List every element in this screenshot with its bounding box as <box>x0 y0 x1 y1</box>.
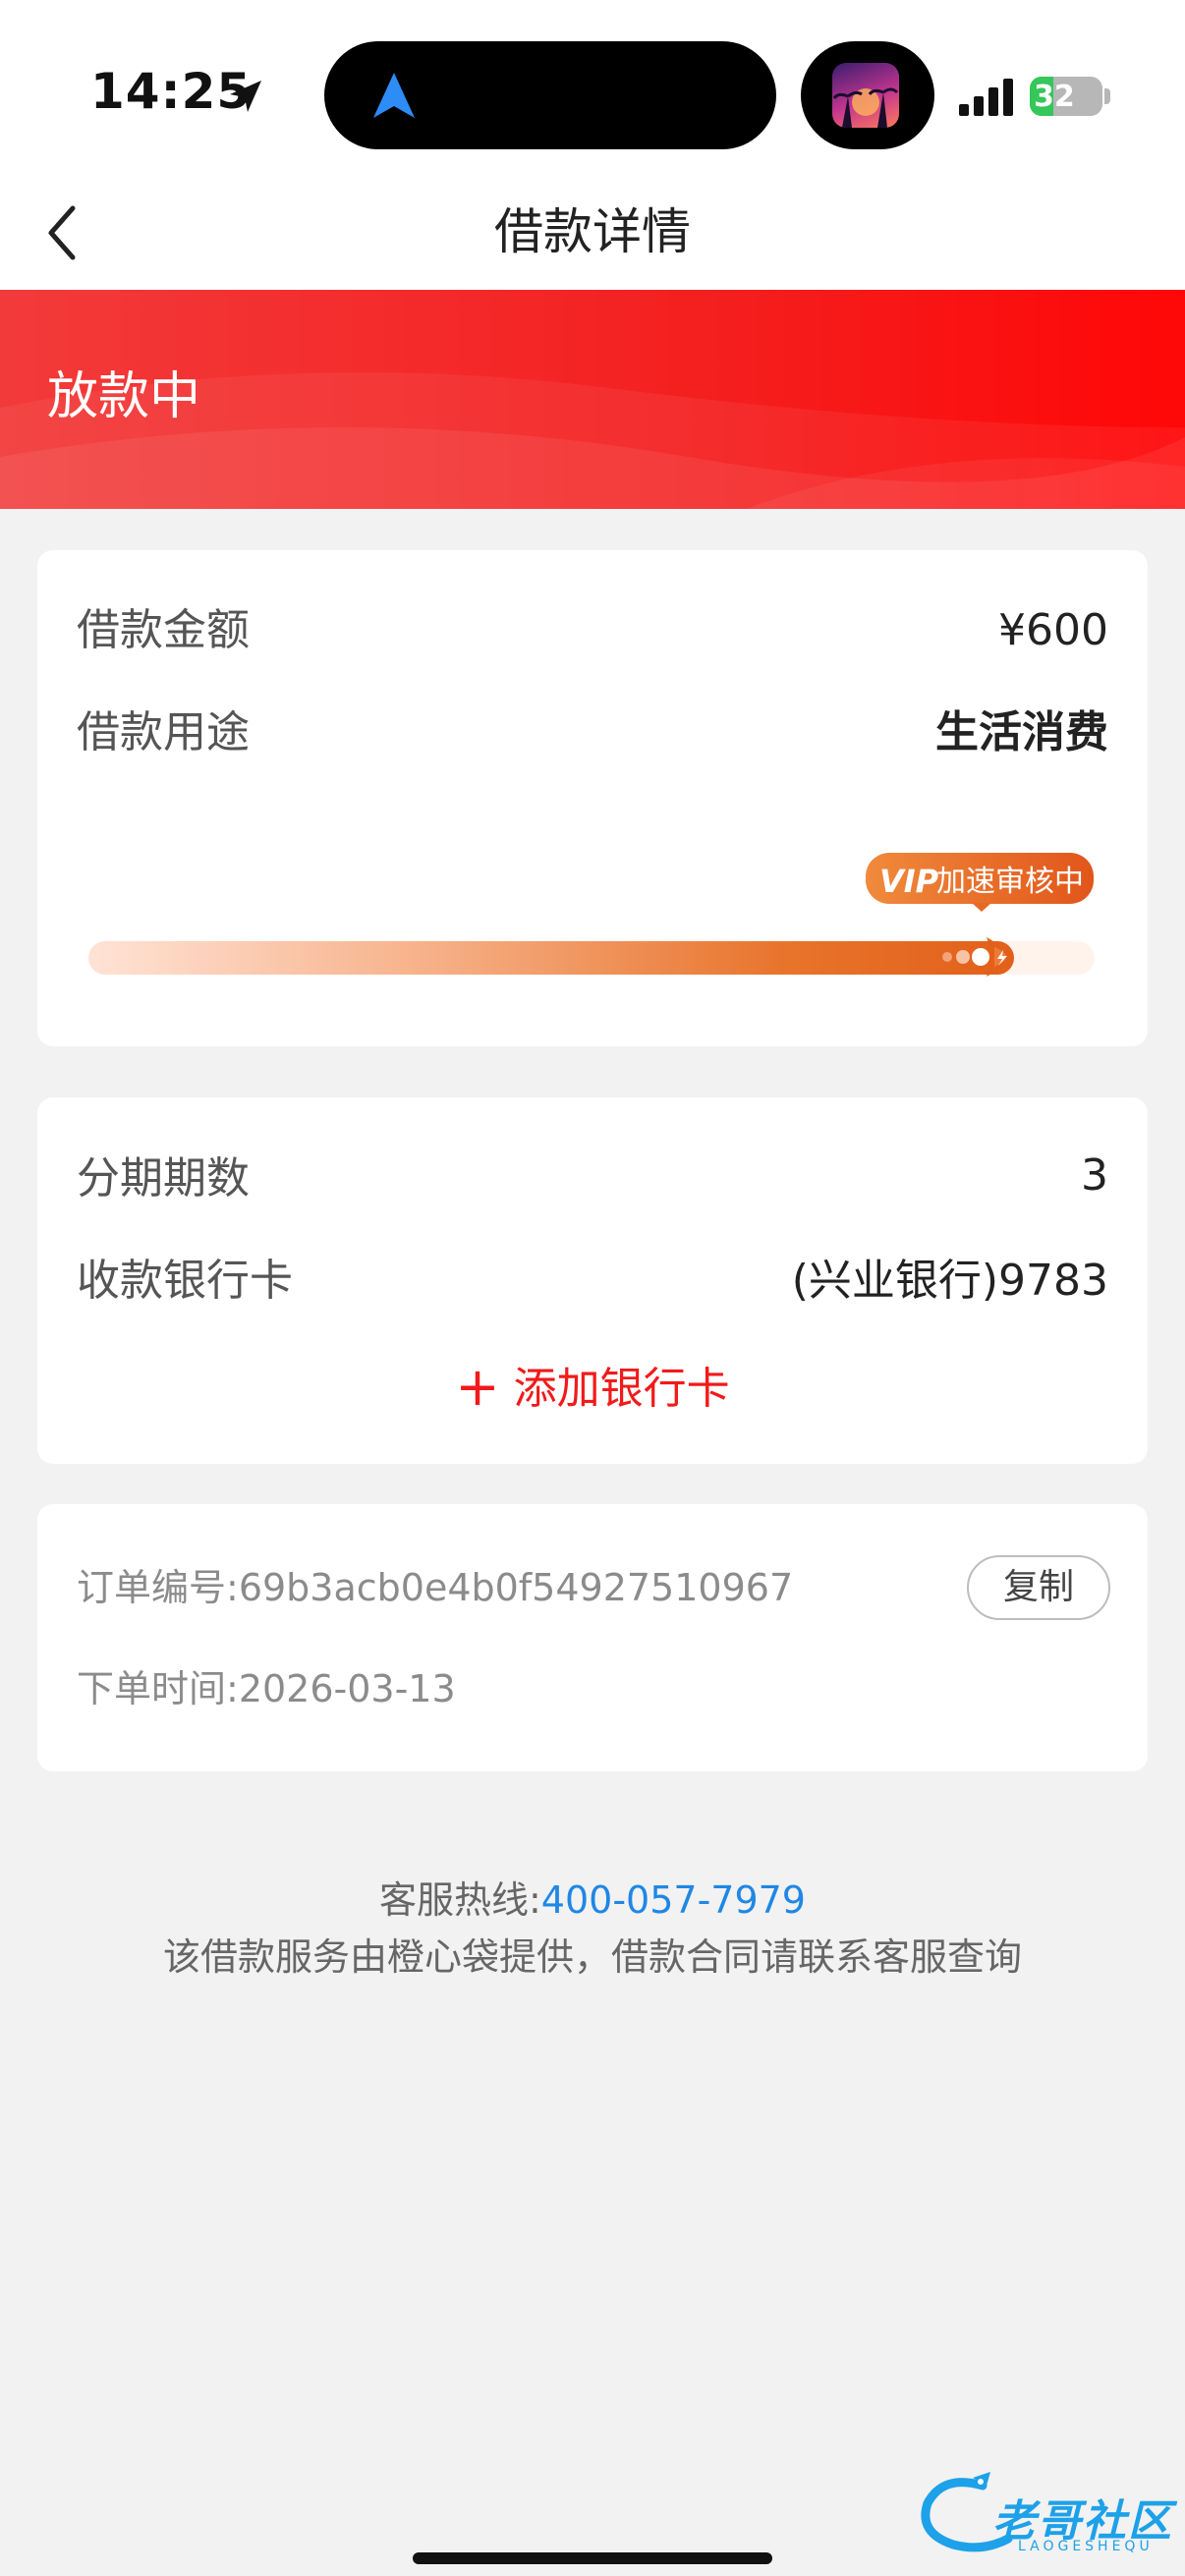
amount-value: ¥600 <box>998 605 1108 655</box>
add-bank-card-button[interactable]: + 添加银行卡 <box>37 1358 1148 1419</box>
periods-label: 分期期数 <box>77 1153 250 1204</box>
album-art-icon <box>832 63 899 128</box>
order-time-row: 下单时间:2026-03-13 <box>77 1664 456 1713</box>
watermark-subtext: LAOGESHEQU <box>1018 2539 1154 2554</box>
bank-value: (兴业银行)9783 <box>791 1256 1108 1306</box>
order-number-value: 69b3acb0e4b0f54927510967 <box>238 1566 794 1609</box>
watermark-logo: 老哥社区 LAOGESHEQU <box>914 2464 1171 2562</box>
plus-icon: + <box>455 1356 500 1418</box>
back-chevron-icon[interactable] <box>39 198 88 267</box>
rocket-icon <box>942 937 1007 977</box>
dynamic-island <box>324 41 776 149</box>
progress-fill <box>88 941 1014 975</box>
order-time-label: 下单时间: <box>77 1667 239 1710</box>
amount-label: 借款金额 <box>77 605 250 655</box>
bank-label: 收款银行卡 <box>77 1256 293 1306</box>
order-time-value: 2026-03-13 <box>238 1667 456 1710</box>
cellular-signal-icon <box>959 79 1013 116</box>
page-title: 借款详情 <box>494 203 691 260</box>
installment-card: 分期期数 3 收款银行卡 (兴业银行)9783 + 添加银行卡 <box>37 1097 1148 1464</box>
status-bar: 14:25 32 <box>0 0 1185 177</box>
copy-button[interactable]: 复制 <box>967 1555 1110 1620</box>
periods-value: 3 <box>1081 1150 1108 1201</box>
status-banner: 放款中 <box>0 290 1185 509</box>
battery-cap <box>1104 88 1110 104</box>
battery-icon: 32 <box>1030 77 1102 116</box>
location-arrow-icon <box>230 81 261 112</box>
battery-level: 32 <box>1034 80 1075 114</box>
loan-status: 放款中 <box>47 367 201 426</box>
navigation-icon <box>373 73 415 118</box>
order-number-row: 订单编号:69b3acb0e4b0f54927510967 <box>77 1563 793 1612</box>
vip-logo-icon: VIP <box>879 863 939 900</box>
customer-service-line: 客服热线:400-057-7979 <box>0 1873 1185 1928</box>
service-notice: 该借款服务由橙心袋提供，借款合同请联系客服查询 <box>162 1935 1022 1979</box>
navigation-bar: 借款详情 <box>0 177 1185 290</box>
loan-info-card: 借款金额 ¥600 借款用途 生活消费 VIP 加速审核中 <box>37 550 1148 1046</box>
purpose-value: 生活消费 <box>935 707 1108 757</box>
purpose-label: 借款用途 <box>77 707 250 757</box>
order-info-card: 订单编号:69b3acb0e4b0f54927510967 复制 下单时间:20… <box>37 1504 1148 1771</box>
order-number-label: 订单编号: <box>77 1566 239 1609</box>
home-indicator <box>413 2552 772 2564</box>
add-bank-card-label: 添加银行卡 <box>513 1364 730 1414</box>
now-playing-island <box>801 41 934 149</box>
hotline-number-link[interactable]: 400-057-7979 <box>541 1878 806 1922</box>
vip-accelerated-review-badge: VIP 加速审核中 <box>866 853 1094 912</box>
vip-badge-text: 加速审核中 <box>936 865 1084 899</box>
hotline-label: 客服热线: <box>378 1878 541 1922</box>
